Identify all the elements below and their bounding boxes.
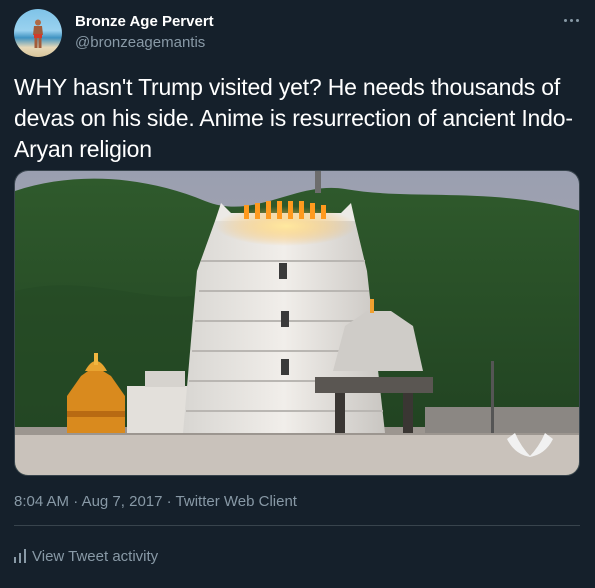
tweet-metadata: 8:04 AM · Aug 7, 2017 · Twitter Web Clie… (14, 493, 297, 510)
author-handle[interactable]: @bronzeagemantis (75, 34, 205, 51)
tweet-media-image[interactable] (14, 170, 580, 476)
tweet-time[interactable]: 8:04 AM (14, 493, 69, 510)
temple-photo-icon (15, 171, 579, 475)
author-name[interactable]: Bronze Age Pervert (75, 13, 214, 30)
bar-chart-icon (14, 549, 26, 563)
meta-separator: · (73, 493, 79, 510)
tweet-text: WHY hasn't Trump visited yet? He needs t… (14, 74, 573, 162)
divider (14, 525, 580, 526)
view-tweet-activity-link[interactable]: View Tweet activity (14, 546, 158, 566)
avatar[interactable] (14, 9, 62, 57)
tweet-date[interactable]: Aug 7, 2017 (82, 493, 163, 510)
activity-label: View Tweet activity (32, 547, 159, 565)
tweet: Bronze Age Pervert @bronzeagemantis WHY … (0, 0, 595, 588)
tweet-source[interactable]: Twitter Web Client (176, 493, 297, 510)
more-options-icon[interactable] (561, 10, 581, 30)
avatar-figure-icon (33, 19, 43, 48)
meta-separator: · (166, 493, 172, 510)
